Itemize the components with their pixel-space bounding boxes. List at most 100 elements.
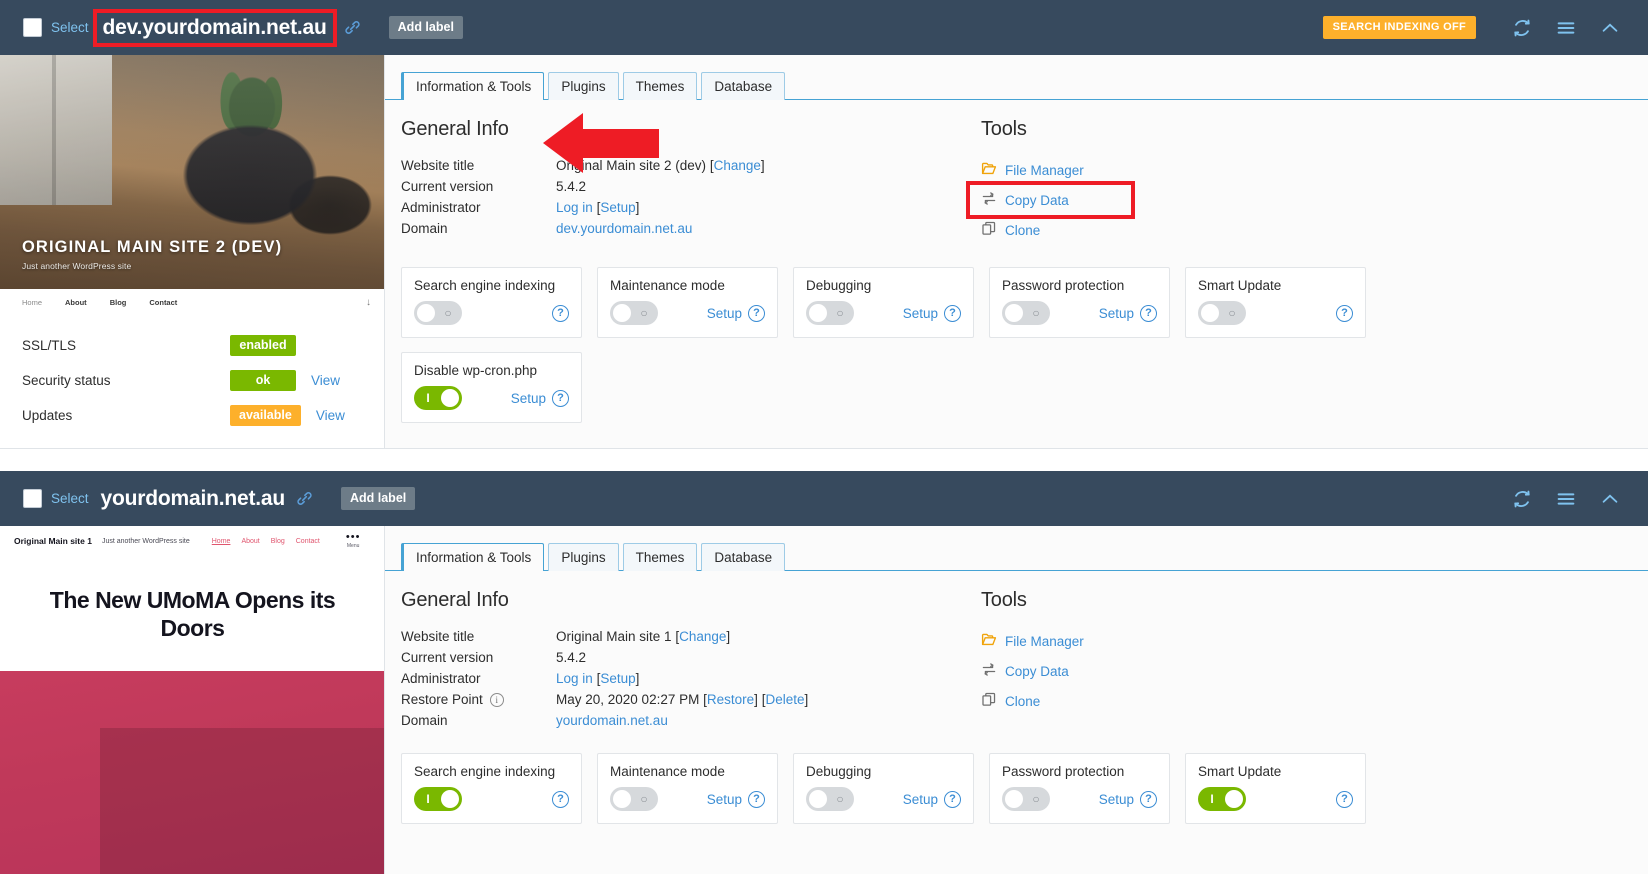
help-icon[interactable]: ?: [1140, 790, 1157, 808]
wordpress-toolkit-page: Select dev.yourdomain.net.au Add label S…: [0, 0, 1648, 887]
tab-plugins[interactable]: Plugins: [548, 543, 619, 571]
info-key: Current version: [401, 179, 494, 194]
tab-information-tools[interactable]: Information & Tools: [401, 543, 545, 572]
info-row-restore-point: Restore Point i May 20, 2020 02:27 PM [R…: [401, 689, 981, 710]
setup-link[interactable]: Setup: [1099, 792, 1134, 807]
toggle-maintenance-mode[interactable]: ○: [610, 787, 658, 811]
status-label: Updates: [22, 408, 73, 423]
info-value: yourdomain.net.au: [556, 713, 668, 728]
delete-link[interactable]: Delete: [765, 692, 804, 707]
select-checkbox[interactable]: [23, 18, 42, 37]
panel-domain-title[interactable]: yourdomain.net.au: [101, 487, 286, 511]
help-icon[interactable]: ?: [944, 304, 961, 322]
tool-file-manager[interactable]: File Manager: [981, 626, 1084, 656]
setup-link[interactable]: Setup: [707, 306, 742, 321]
tool-label: Copy Data: [1005, 192, 1069, 208]
help-icon[interactable]: ?: [748, 790, 765, 808]
restore-link[interactable]: Restore: [707, 692, 754, 707]
status-view-link[interactable]: View: [311, 373, 340, 388]
tab-information-tools[interactable]: Information & Tools: [401, 72, 545, 101]
link-icon[interactable]: [296, 490, 313, 507]
select-label[interactable]: Select: [51, 20, 89, 35]
folder-icon: [981, 161, 997, 179]
link-icon[interactable]: [344, 19, 361, 36]
help-icon[interactable]: ?: [552, 389, 569, 407]
help-icon[interactable]: ?: [1336, 304, 1353, 322]
toggle-search-engine-indexing[interactable]: I: [414, 787, 462, 811]
help-icon[interactable]: ?: [1336, 790, 1353, 808]
tab-database[interactable]: Database: [701, 72, 786, 100]
site-status-list: SSL/TLS enabled Security status ok View …: [0, 315, 384, 448]
toggle-smart-update[interactable]: ○: [1198, 301, 1246, 325]
site-screenshot-main[interactable]: Original Main site 1 Just another WordPr…: [0, 526, 384, 874]
screenshot-nav-item: Contact: [295, 537, 320, 545]
help-icon[interactable]: ?: [944, 790, 961, 808]
status-view-link[interactable]: View: [316, 408, 345, 423]
panel-domain-title[interactable]: dev.yourdomain.net.au: [92, 8, 337, 47]
add-label-button[interactable]: Add label: [388, 16, 463, 39]
domain-link[interactable]: dev.yourdomain.net.au: [556, 221, 692, 236]
info-key: Domain: [401, 713, 448, 728]
help-icon[interactable]: ?: [552, 790, 569, 808]
tab-themes[interactable]: Themes: [622, 543, 698, 571]
toggle-maintenance-mode[interactable]: ○: [610, 301, 658, 325]
tool-clone[interactable]: Clone: [981, 215, 1040, 245]
select-checkbox[interactable]: [23, 489, 42, 508]
setup-link[interactable]: Setup: [600, 671, 635, 686]
site-panel-main: Select yourdomain.net.au Add label Origi…: [0, 471, 1648, 874]
refresh-icon[interactable]: [1500, 8, 1544, 48]
setup-link[interactable]: Setup: [511, 391, 546, 406]
site-screenshot-dev[interactable]: ORIGINAL MAIN SITE 2 (DEV) Just another …: [0, 55, 384, 315]
search-indexing-badge[interactable]: SEARCH INDEXING OFF: [1322, 16, 1476, 39]
setup-link[interactable]: Setup: [1099, 306, 1134, 321]
card-title: Maintenance mode: [610, 764, 725, 779]
toggle-smart-update[interactable]: I: [1198, 787, 1246, 811]
tool-copy-data[interactable]: Copy Data: [966, 181, 1135, 219]
chevron-up-icon[interactable]: [1588, 479, 1632, 519]
setup-link[interactable]: Setup: [903, 306, 938, 321]
toggle-debugging[interactable]: ○: [806, 301, 854, 325]
toggle-password-protection[interactable]: ○: [1002, 787, 1050, 811]
help-icon[interactable]: ?: [1140, 304, 1157, 322]
toggle-search-engine-indexing[interactable]: ○: [414, 301, 462, 325]
toggle-password-protection[interactable]: ○: [1002, 301, 1050, 325]
setup-link[interactable]: Setup: [903, 792, 938, 807]
log-in-link[interactable]: Log in: [556, 200, 593, 215]
setup-link[interactable]: Setup: [600, 200, 635, 215]
help-icon[interactable]: ?: [552, 304, 569, 322]
hamburger-menu-icon[interactable]: [1544, 8, 1588, 48]
setup-link[interactable]: Setup: [707, 792, 742, 807]
status-row: Security status ok View: [22, 368, 362, 393]
hamburger-menu-icon[interactable]: [1544, 479, 1588, 519]
log-in-link[interactable]: Log in: [556, 671, 593, 686]
change-link[interactable]: Change: [714, 158, 761, 173]
tab-themes[interactable]: Themes: [622, 72, 698, 100]
domain-link[interactable]: yourdomain.net.au: [556, 713, 668, 728]
card-footer: ○ Setup ?: [610, 787, 765, 811]
toggle-debugging[interactable]: ○: [806, 787, 854, 811]
screenshot-nav-item: Contact: [149, 297, 178, 307]
chevron-up-icon[interactable]: [1588, 8, 1632, 48]
ellipsis-icon: •••: [345, 531, 361, 543]
card-footer: ○ ?: [414, 301, 569, 325]
info-value: May 20, 2020 02:27 PM [Restore] [Delete]: [556, 692, 808, 707]
tool-clone[interactable]: Clone: [981, 686, 1040, 716]
screenshot-overlay: [0, 55, 384, 315]
tab-plugins[interactable]: Plugins: [548, 72, 619, 100]
help-icon[interactable]: ?: [748, 304, 765, 322]
card-title: Search engine indexing: [414, 764, 556, 779]
select-label[interactable]: Select: [51, 491, 89, 506]
tool-copy-data[interactable]: Copy Data: [981, 656, 1069, 686]
panel-header-actions: [1500, 479, 1632, 519]
screenshot-text-block: ORIGINAL MAIN SITE 2 (DEV) Just another …: [22, 238, 282, 271]
screenshot-nav-item: About: [65, 297, 87, 307]
tool-file-manager[interactable]: File Manager: [981, 155, 1084, 185]
toggle-disable-wp-cron[interactable]: I: [414, 386, 462, 410]
change-link[interactable]: Change: [679, 629, 726, 644]
info-tools-wrap-main: General Info Website title Original Main…: [385, 571, 1648, 731]
panel-tabs-main: Information & Tools Plugins Themes Datab…: [385, 526, 1648, 572]
refresh-icon[interactable]: [1500, 479, 1544, 519]
tab-database[interactable]: Database: [701, 543, 786, 571]
info-icon[interactable]: i: [489, 692, 504, 707]
add-label-button[interactable]: Add label: [340, 487, 416, 510]
